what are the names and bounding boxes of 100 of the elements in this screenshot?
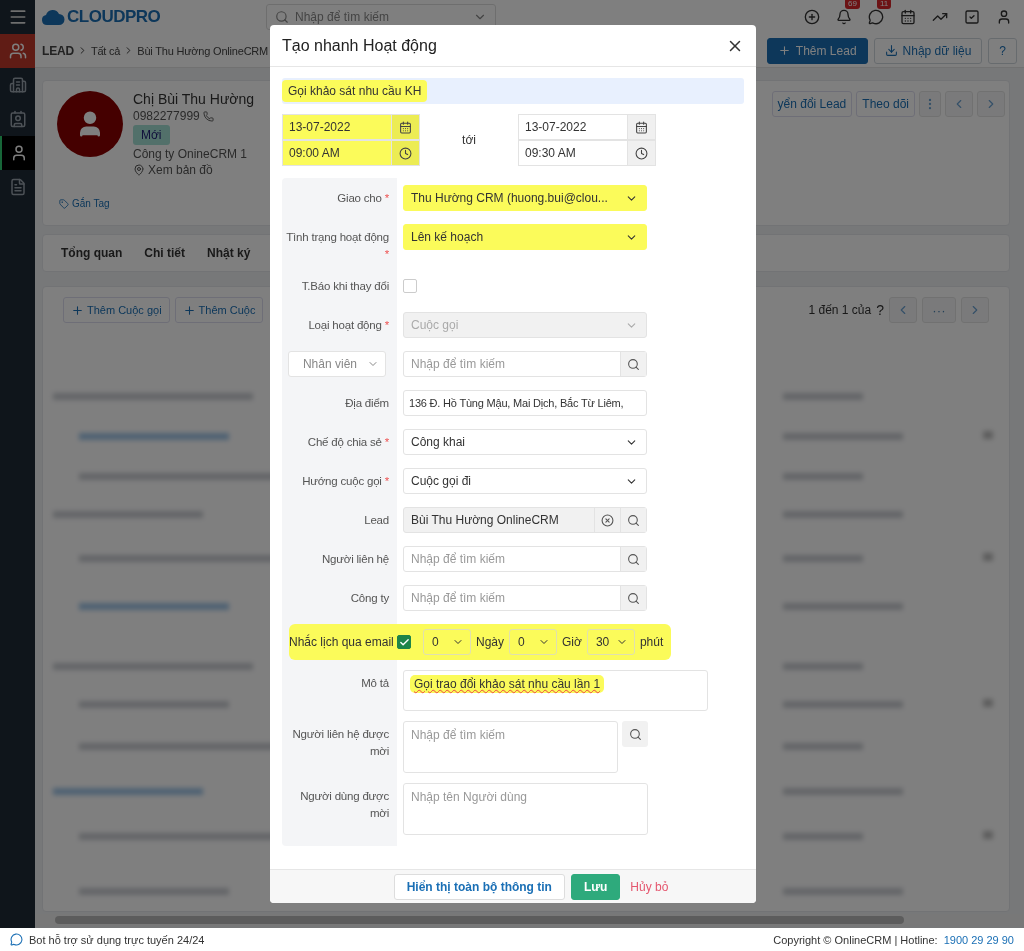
field-label: Giao cho bbox=[337, 192, 382, 204]
contact-icon bbox=[8, 110, 27, 128]
field-label: Chế độ chia sẻ bbox=[307, 436, 382, 448]
tab[interactable]: Chi tiết bbox=[144, 236, 185, 270]
field-label: T.Báo khi thay đổi bbox=[301, 280, 389, 292]
bot-text: Bot hỗ trợ sử dụng trực tuyến 24/24 bbox=[29, 933, 205, 946]
tab[interactable]: Nhật ký bbox=[207, 236, 251, 270]
status-badge: Mới bbox=[133, 125, 170, 145]
select-field[interactable]: Công khai bbox=[403, 429, 647, 455]
search-icon bbox=[628, 727, 642, 741]
logo-text: CLOUDPRO bbox=[67, 7, 161, 27]
field-label: Nhắc lịch qua email bbox=[289, 635, 395, 649]
days-select[interactable]: 0 bbox=[423, 629, 471, 655]
copyright-text: Copyright © OnlineCRM | Hotline: bbox=[773, 933, 938, 946]
tag-icon bbox=[59, 198, 69, 209]
add-button[interactable]: Thêm Cuộc gọi bbox=[63, 297, 170, 323]
help-mark: ? bbox=[876, 302, 884, 318]
field-label: Mô tả bbox=[361, 677, 389, 689]
phone-number: 0982277999 bbox=[133, 109, 200, 123]
input-area[interactable]: Nhập để tìm kiếm bbox=[403, 721, 618, 773]
search-icon bbox=[275, 10, 289, 24]
document-icon bbox=[8, 178, 27, 196]
input-field[interactable]: 136 Đ. Hồ Tùng Mậu, Mai Dịch, Bắc Từ Liêm, bbox=[403, 390, 647, 416]
phone-icon bbox=[202, 110, 214, 122]
text-area[interactable]: Gọi trao đổi khảo sát nhu cầu lần 1 bbox=[403, 670, 708, 711]
checkbox[interactable] bbox=[397, 635, 411, 649]
messenger-icon bbox=[10, 933, 23, 946]
header-button[interactable]: Thêm Lead bbox=[766, 37, 868, 64]
unit-label: Giờ bbox=[562, 635, 582, 649]
more-pages-button[interactable]: ··· bbox=[922, 297, 956, 323]
map-pin-icon bbox=[133, 164, 145, 176]
field-label: Lead bbox=[364, 514, 389, 526]
to-label: tới bbox=[461, 133, 477, 147]
breadcrumb-item[interactable]: LEAD bbox=[42, 43, 74, 58]
action-button[interactable]: Theo dõi bbox=[856, 91, 915, 117]
sidebar-item[interactable] bbox=[0, 136, 35, 170]
minutes-select[interactable]: 30 bbox=[586, 629, 635, 655]
search-button[interactable] bbox=[620, 586, 646, 610]
field-label: Hướng cuộc gọi bbox=[302, 475, 382, 487]
company-name: Công ty OnineCRM 1 bbox=[133, 147, 249, 161]
breadcrumb-item[interactable]: Bùi Thu Hường OnlineCRM bbox=[137, 44, 269, 57]
tag-link[interactable]: Gắn Tag bbox=[59, 198, 110, 209]
chat-icon[interactable] bbox=[868, 9, 884, 25]
menu-button[interactable] bbox=[0, 0, 35, 34]
scrollbar-thumb[interactable] bbox=[55, 916, 904, 924]
show-all-button[interactable]: Hiển thị toàn bộ thông tin bbox=[393, 873, 565, 900]
input-area[interactable]: Nhập tên Người dùng bbox=[403, 783, 648, 835]
action-button[interactable]: yển đổi Lead bbox=[771, 91, 853, 117]
select-field[interactable]: Thu Hường CRM (huong.bui@clou... bbox=[403, 185, 647, 211]
user-icon[interactable] bbox=[996, 9, 1012, 25]
map-link[interactable]: Xem bản đồ bbox=[148, 163, 213, 177]
search-icon bbox=[627, 357, 640, 371]
select-field[interactable]: Lên kế hoạch bbox=[403, 224, 647, 250]
unit-label: Ngày bbox=[476, 635, 504, 649]
field-label: Người liên hệ được mời bbox=[292, 728, 389, 757]
people-icon bbox=[8, 42, 27, 60]
required-mark: * bbox=[384, 192, 389, 204]
check-icon bbox=[398, 636, 410, 648]
field-label: Tình trạng hoạt động bbox=[286, 231, 389, 243]
add-button[interactable]: Thêm Cuộc bbox=[174, 297, 264, 323]
breadcrumb-item[interactable]: Tất cả bbox=[90, 44, 121, 57]
required-mark: * bbox=[384, 248, 389, 260]
dialog-title: Tạo nhanh Hoạt động bbox=[282, 36, 437, 55]
required-mark: * bbox=[384, 475, 389, 487]
search-button[interactable] bbox=[622, 721, 648, 747]
search-icon bbox=[627, 513, 640, 527]
help-button[interactable]: ? bbox=[988, 37, 1017, 64]
pagination-text: 1 đến 1 của bbox=[808, 303, 872, 317]
count-badge: 11 bbox=[877, 0, 892, 9]
search-button[interactable] bbox=[620, 352, 646, 376]
tab[interactable]: Tổng quan bbox=[61, 236, 123, 270]
hotline-link[interactable]: 1900 29 29 90 bbox=[943, 933, 1014, 946]
plus-icon bbox=[71, 303, 84, 317]
bell-icon[interactable] bbox=[836, 9, 852, 25]
save-button[interactable]: Lưu bbox=[570, 873, 621, 900]
select-field[interactable]: Nhân viên bbox=[288, 351, 386, 377]
field-label: Người dùng được mời bbox=[300, 790, 389, 819]
count-badge: 69 bbox=[845, 0, 860, 9]
calendar-icon[interactable] bbox=[900, 9, 916, 25]
hours-select[interactable]: 0 bbox=[509, 629, 557, 655]
search-icon bbox=[627, 552, 640, 566]
sidebar-item[interactable] bbox=[0, 34, 35, 68]
add-icon[interactable] bbox=[804, 9, 820, 25]
subject-field[interactable]: Gọi khảo sát nhu cầu KH bbox=[282, 78, 744, 104]
select-field[interactable]: Cuộc gọi đi bbox=[403, 468, 647, 494]
checkbox[interactable] bbox=[403, 279, 417, 293]
required-mark: * bbox=[384, 319, 389, 331]
field-label: Người liên hệ bbox=[322, 553, 389, 565]
unit-label: phút bbox=[639, 635, 664, 649]
search-button[interactable] bbox=[620, 547, 646, 571]
header-button[interactable]: Nhập dữ liệu bbox=[873, 37, 983, 64]
plus-icon bbox=[777, 44, 791, 57]
building-icon bbox=[8, 76, 27, 94]
required-mark: * bbox=[384, 436, 389, 448]
cancel-link[interactable]: Hủy bỏ bbox=[626, 873, 673, 900]
checkbox-icon[interactable] bbox=[964, 9, 980, 25]
search-button[interactable] bbox=[620, 508, 646, 532]
field-label: Loại hoạt động bbox=[308, 319, 382, 331]
cloud-logo-icon bbox=[41, 8, 65, 26]
clear-icon bbox=[601, 513, 614, 527]
